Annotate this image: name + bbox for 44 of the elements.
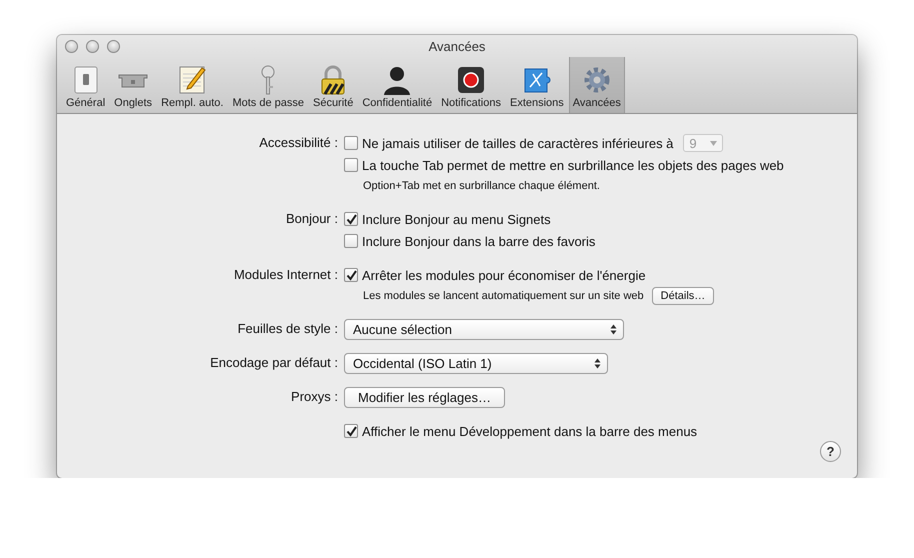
dropdown-arrow-icon [710, 140, 718, 146]
toolbar-tab[interactable]: Notifications [437, 57, 505, 113]
details-button[interactable]: Détails… [652, 287, 714, 305]
checkbox-label: Ne jamais utiliser de tailles de caractères inférieures à [362, 136, 674, 150]
checkbox[interactable] [344, 268, 358, 282]
checkbox-label: Afficher le menu Développement dans la barre des menus [362, 424, 698, 438]
hint-text: Option+Tab met en surbrillance chaque élément. [363, 180, 600, 192]
checkbox[interactable] [344, 424, 358, 438]
checkbox[interactable] [344, 234, 358, 248]
hint-text: Les modules se lancent automatiquement sur un site web [363, 290, 644, 302]
checkbox-label: La touche Tab permet de mettre en surbrillance les objets des pages web [362, 158, 784, 172]
checkbox-label: Inclure Bonjour dans la barre des favoris [362, 234, 596, 248]
section-label: Modules Internet : [232, 266, 338, 284]
toolbar-tab[interactable]: Sécurité [308, 57, 358, 113]
toolbar-tab[interactable]: Mots de passe [228, 57, 308, 113]
minimize-button[interactable] [86, 40, 99, 53]
checkbox[interactable] [344, 136, 358, 150]
section-label: Proxys : [290, 388, 338, 406]
section-label: Feuilles de style : [236, 320, 338, 338]
help-button[interactable]: ? [820, 441, 841, 462]
checkmark-icon [346, 426, 356, 436]
updown-arrows-icon [610, 324, 617, 334]
checkbox-label: Arrêter les modules pour économiser de l'énergie [362, 268, 646, 282]
window-title: Avancées [428, 38, 486, 54]
checkmark-icon [346, 270, 356, 280]
toolbar-tab[interactable]: Extensions [506, 57, 568, 113]
section-label: Bonjour : [284, 210, 338, 228]
checkbox[interactable] [344, 158, 358, 172]
popup-menu[interactable]: Aucune sélection [344, 318, 624, 340]
popup-menu[interactable]: Occidental (ISO Latin 1) [344, 352, 608, 374]
close-button[interactable] [65, 40, 78, 53]
toolbar-tab[interactable]: Onglets [110, 57, 156, 113]
toolbar-tab[interactable]: Avancées [568, 57, 625, 113]
checkbox-label: Inclure Bonjour au menu Signets [362, 212, 551, 226]
updown-arrows-icon [594, 358, 601, 368]
toolbar-tab[interactable]: Confidentialité [358, 57, 436, 113]
zoom-button[interactable] [107, 40, 120, 53]
toolbar-tab[interactable]: Rempl. auto. [157, 57, 228, 113]
checkmark-icon [346, 214, 356, 224]
checkbox[interactable] [344, 212, 358, 226]
section-label: Accessibilité : [258, 134, 338, 152]
section-label: Encodage par défaut : [209, 354, 338, 372]
settings-button[interactable]: Modifier les réglages… [344, 386, 505, 408]
toolbar-tab[interactable]: Général [62, 57, 110, 113]
